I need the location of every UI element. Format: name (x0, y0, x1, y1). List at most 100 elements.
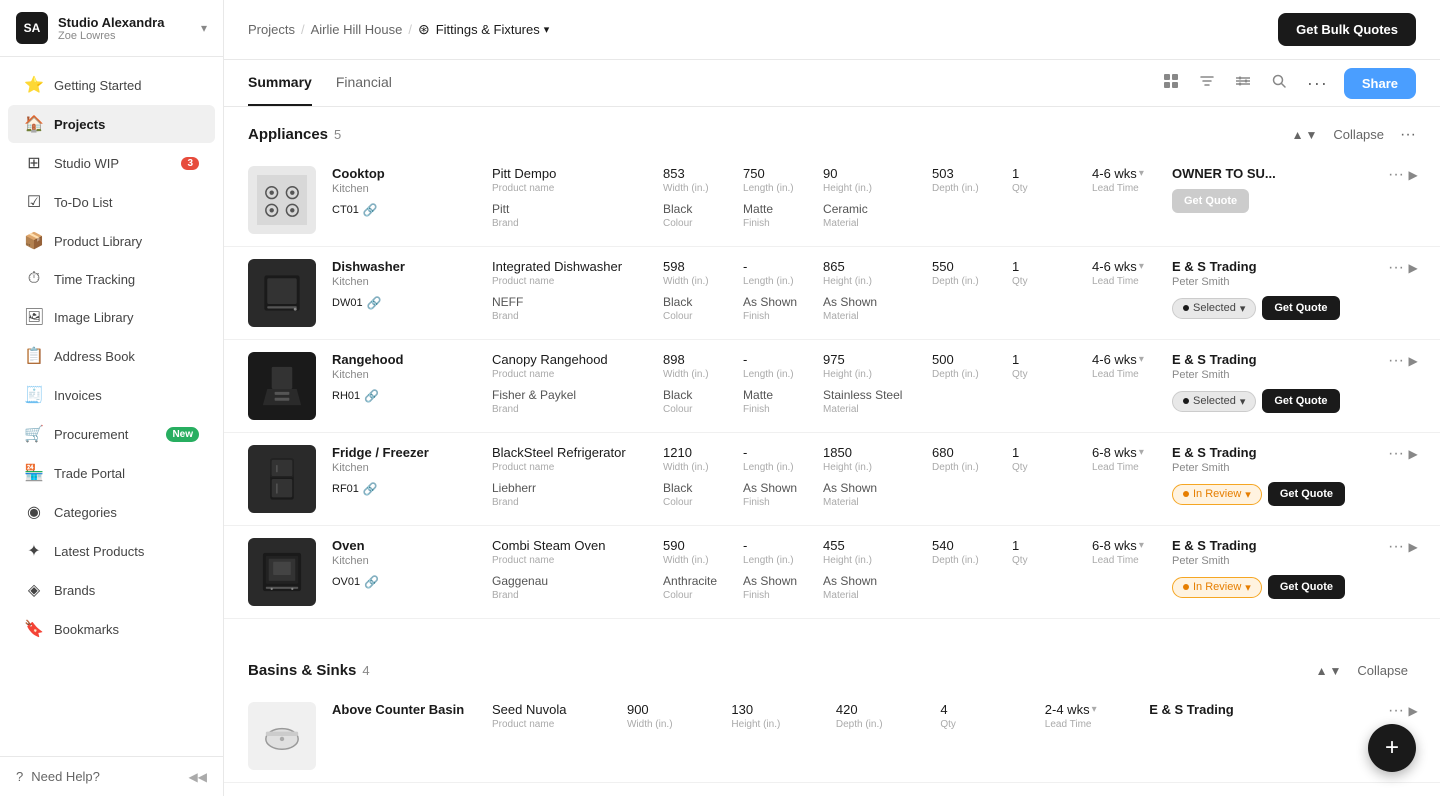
add-item-fab[interactable]: + (1368, 724, 1416, 772)
lead-time-chevron-icon[interactable]: ▾ (1139, 261, 1144, 272)
bulk-quotes-button[interactable]: Get Bulk Quotes (1278, 13, 1416, 46)
dishwasher-material: As Shown (823, 295, 916, 309)
search-button[interactable] (1267, 69, 1291, 98)
sidebar-item-time-tracking[interactable]: ⏱ Time Tracking (8, 261, 215, 297)
dishwasher-image-cell (224, 247, 324, 340)
sidebar-item-address-book[interactable]: 📋 Address Book (8, 337, 215, 375)
oven-image-cell (224, 526, 324, 619)
bookmarks-icon: 🔖 (24, 619, 44, 639)
sidebar-item-image-library[interactable]: 🖼 Image Library (8, 298, 215, 336)
sidebar-item-invoices[interactable]: 🧾 Invoices (8, 376, 215, 414)
cooktop-code: CT01 🔗 (332, 203, 476, 217)
cooktop-lead-label: Lead Time (1092, 183, 1156, 194)
fridge-expand-button[interactable]: ▶ (1408, 447, 1417, 461)
filter-button[interactable] (1231, 69, 1255, 98)
rangehood-expand-button[interactable]: ▶ (1408, 354, 1417, 368)
basin-svg (257, 711, 307, 761)
lead-time-chevron-icon[interactable]: ▾ (1139, 447, 1144, 458)
fridge-link-icon[interactable]: 🔗 (363, 482, 378, 496)
sidebar-item-todo-list[interactable]: ☑ To-Do List (8, 183, 215, 221)
sort-button[interactable] (1195, 69, 1219, 98)
fridge-brand: Liebherr (492, 481, 647, 495)
fridge-more-button[interactable]: ··· (1388, 445, 1404, 463)
breadcrumb-current[interactable]: ⊛ Fittings & Fixtures ▾ (418, 21, 549, 38)
basins-up-button[interactable]: ▲ (1316, 664, 1328, 678)
image-library-icon: 🖼 (24, 307, 44, 327)
basin-qty: 4 (940, 702, 1028, 717)
rangehood-get-quote-button[interactable]: Get Quote (1262, 389, 1339, 413)
sidebar-item-procurement[interactable]: 🛒 Procurement New (8, 415, 215, 453)
sidebar-item-bookmarks[interactable]: 🔖 Bookmarks (8, 610, 215, 648)
sidebar-item-studio-wip[interactable]: ⊞ Studio WIP 3 (8, 144, 215, 182)
sidebar-item-getting-started[interactable]: ⭐ Getting Started (8, 66, 215, 104)
sidebar-item-categories[interactable]: ◉ Categories (8, 493, 215, 531)
oven-more-button[interactable]: ··· (1388, 538, 1404, 556)
dishwasher-status-badge[interactable]: Selected ▾ (1172, 298, 1256, 319)
oven-product-name-label: Product name (492, 555, 647, 566)
cooktop-row-actions: ··· ▶ (1380, 154, 1440, 247)
rangehood-status-badge[interactable]: Selected ▾ (1172, 391, 1256, 412)
oven-expand-button[interactable]: ▶ (1408, 540, 1417, 554)
fridge-lead-wrapper: 6-8 wks ▾ (1092, 445, 1156, 460)
tab-financial[interactable]: Financial (336, 60, 392, 106)
dishwasher-image (248, 259, 316, 327)
oven-status-badge[interactable]: In Review ▾ (1172, 577, 1262, 598)
sidebar-item-trade-portal[interactable]: 🏪 Trade Portal (8, 454, 215, 492)
rangehood-more-button[interactable]: ··· (1388, 352, 1404, 370)
fridge-status-badge[interactable]: In Review ▾ (1172, 484, 1262, 505)
appliances-more-button[interactable]: ··· (1400, 126, 1416, 144)
basin-expand-button[interactable]: ▶ (1408, 704, 1417, 718)
sidebar-header[interactable]: SA Studio Alexandra Zoe Lowres ▾ (0, 0, 223, 57)
oven-link-icon[interactable]: 🔗 (364, 575, 379, 589)
more-actions-button[interactable]: ··· (1303, 69, 1332, 98)
cooktop-get-quote-button[interactable]: Get Quote (1172, 189, 1249, 213)
table-view-button[interactable] (1159, 69, 1183, 98)
appliances-up-button[interactable]: ▲ (1292, 128, 1304, 142)
lead-time-chevron-icon[interactable]: ▾ (1139, 540, 1144, 551)
oven-material-label: Material (823, 590, 916, 601)
share-button[interactable]: Share (1344, 68, 1416, 99)
cooktop-more-button[interactable]: ··· (1388, 166, 1404, 184)
dishwasher-colour: Black (663, 295, 727, 309)
sidebar-collapse-icon[interactable]: ◀◀ (189, 770, 207, 784)
selected-dot (1183, 398, 1189, 404)
lead-time-chevron-icon[interactable]: ▾ (1092, 704, 1097, 715)
appliances-collapse-button[interactable]: Collapse (1325, 123, 1392, 146)
oven-name: Oven (332, 538, 476, 553)
basin-lead-time: 2-4 wks (1045, 702, 1090, 717)
basins-collapse-button[interactable]: Collapse (1349, 659, 1416, 682)
rangehood-link-icon[interactable]: 🔗 (364, 389, 379, 403)
breadcrumb-airlie[interactable]: Airlie Hill House (311, 22, 403, 37)
dishwasher-expand-button[interactable]: ▶ (1408, 261, 1417, 275)
sidebar-footer[interactable]: ? Need Help? ◀◀ (0, 756, 223, 796)
rangehood-product-name-cell: Canopy Rangehood Product name Fisher & P… (484, 340, 655, 433)
cooktop-expand-button[interactable]: ▶ (1408, 168, 1417, 182)
rangehood-material-label: Material (823, 404, 916, 415)
oven-product-name-cell: Combi Steam Oven Product name Gaggenau B… (484, 526, 655, 619)
oven-length-cell: - Length (in.) As Shown Finish (735, 526, 815, 619)
fridge-get-quote-button[interactable]: Get Quote (1268, 482, 1345, 506)
sidebar-item-brands[interactable]: ◈ Brands (8, 571, 215, 609)
selected-dot (1183, 305, 1189, 311)
basin-more-button[interactable]: ··· (1388, 702, 1404, 720)
tab-summary[interactable]: Summary (248, 60, 312, 106)
oven-finish: As Shown (743, 574, 807, 588)
oven-supplier-cell: E & S Trading Peter Smith In Review ▾ Ge… (1164, 526, 1380, 619)
lead-time-chevron-icon[interactable]: ▾ (1139, 354, 1144, 365)
lead-time-chevron-icon[interactable]: ▾ (1139, 168, 1144, 179)
sidebar-item-projects[interactable]: 🏠 Projects (8, 105, 215, 143)
cooktop-length: 750 (743, 166, 807, 181)
sidebar-item-latest-products[interactable]: ✦ Latest Products (8, 532, 215, 570)
dishwasher-link-icon[interactable]: 🔗 (367, 296, 382, 310)
rangehood-info-cell: Rangehood Kitchen RH01 🔗 (324, 340, 484, 433)
breadcrumb-projects[interactable]: Projects (248, 22, 295, 37)
cooktop-link-icon[interactable]: 🔗 (363, 203, 378, 217)
dishwasher-height-label: Height (in.) (823, 276, 916, 287)
dishwasher-get-quote-button[interactable]: Get Quote (1262, 296, 1339, 320)
oven-get-quote-button[interactable]: Get Quote (1268, 575, 1345, 599)
basins-down-button[interactable]: ▼ (1330, 664, 1342, 678)
sidebar-item-label: Projects (54, 117, 105, 132)
sidebar-item-product-library[interactable]: 📦 Product Library (8, 222, 215, 260)
dishwasher-more-button[interactable]: ··· (1388, 259, 1404, 277)
appliances-down-button[interactable]: ▼ (1306, 128, 1318, 142)
